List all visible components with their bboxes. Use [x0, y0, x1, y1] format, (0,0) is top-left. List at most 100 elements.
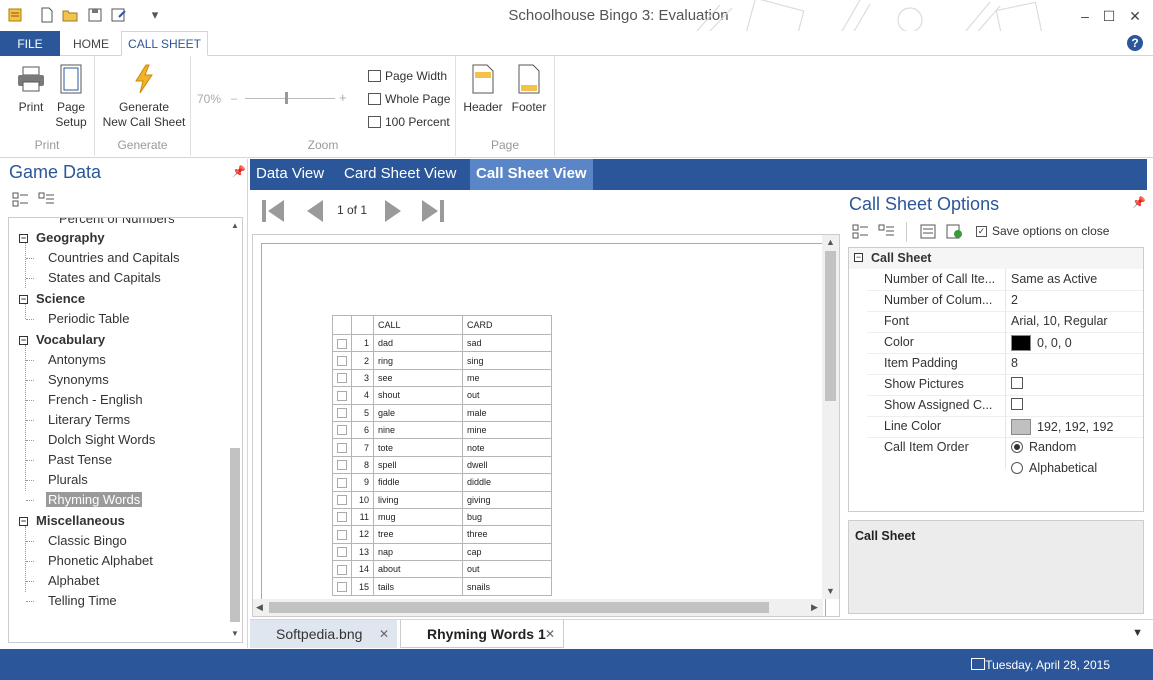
row-checkbox[interactable]	[332, 490, 352, 509]
row-checkbox[interactable]	[332, 386, 352, 405]
header-button[interactable]: Header	[462, 62, 504, 115]
row-checkbox[interactable]	[332, 577, 352, 596]
tree-scrollbar[interactable]: ▲ ▼	[228, 218, 242, 642]
tree-item-telling-time[interactable]: Telling Time	[48, 591, 117, 611]
scroll-down-icon[interactable]: ▼	[826, 586, 835, 596]
tree-item-periodic-table[interactable]: Periodic Table	[48, 309, 129, 329]
scroll-left-icon[interactable]: ◀	[256, 602, 263, 613]
collapse-toggle-icon[interactable]: −	[19, 336, 28, 345]
help-icon[interactable]: ?	[1127, 35, 1143, 51]
pin-icon[interactable]: 📌	[232, 165, 246, 178]
property-row[interactable]: Show Pictures	[849, 374, 1143, 395]
zoom-slider[interactable]	[245, 92, 335, 104]
preview-horizontal-scrollbar[interactable]: ◀ ▶	[253, 599, 823, 616]
tree-category-miscellaneous[interactable]: − Miscellaneous	[19, 511, 125, 531]
property-value[interactable]: 2	[1011, 293, 1018, 307]
property-value[interactable]	[1011, 398, 1023, 410]
show-pictures-checkbox[interactable]	[1011, 377, 1023, 389]
collapse-toggle-icon[interactable]: −	[19, 295, 28, 304]
row-checkbox[interactable]	[332, 403, 352, 422]
radio-unselected-icon[interactable]	[1011, 462, 1023, 474]
tree-item-phonetic-alphabet[interactable]: Phonetic Alphabet	[48, 551, 153, 571]
tree-category-vocabulary[interactable]: − Vocabulary	[19, 330, 105, 350]
tab-card-sheet-view[interactable]: Card Sheet View	[338, 159, 462, 190]
row-checkbox[interactable]	[332, 420, 352, 440]
row-checkbox[interactable]	[332, 351, 352, 370]
row-checkbox[interactable]	[332, 368, 352, 388]
hundred-percent-button[interactable]: 100 Percent	[368, 113, 450, 131]
property-grid[interactable]: − Call Sheet Number of Call Ite... Same …	[848, 247, 1144, 512]
save-options-checkbox[interactable]: ✓ Save options on close	[976, 224, 1109, 238]
property-section-header[interactable]: − Call Sheet	[849, 248, 1143, 269]
tab-call-sheet-view[interactable]: Call Sheet View	[470, 159, 593, 190]
categorized-icon[interactable]	[852, 224, 869, 239]
property-row[interactable]: Show Assigned C...	[849, 395, 1143, 416]
row-checkbox[interactable]	[332, 507, 352, 527]
expand-all-icon[interactable]	[12, 192, 29, 207]
collapse-all-icon[interactable]	[38, 192, 55, 207]
scroll-down-icon[interactable]: ▼	[231, 629, 239, 638]
whole-page-button[interactable]: Whole Page	[368, 90, 450, 108]
close-tab-icon[interactable]: ✕	[379, 620, 389, 648]
tab-list-dropdown-icon[interactable]: ▼	[1132, 627, 1143, 639]
close-tab-icon[interactable]: ✕	[545, 620, 555, 648]
color-swatch[interactable]	[1011, 335, 1031, 351]
alphabetical-icon[interactable]	[878, 224, 895, 239]
radio-alphabetical[interactable]: Alphabetical	[1011, 461, 1097, 475]
pin-icon[interactable]: 📌	[1132, 196, 1146, 209]
scroll-up-icon[interactable]: ▲	[231, 221, 239, 230]
tree-category-science[interactable]: − Science	[19, 289, 85, 309]
generate-call-sheet-button[interactable]: Generate New Call Sheet	[101, 62, 187, 130]
doc-tab-softpedia[interactable]: Softpedia.bng ✕	[250, 620, 397, 648]
row-checkbox[interactable]	[332, 455, 352, 475]
minimize-button[interactable]: –	[1072, 6, 1098, 26]
first-page-icon[interactable]	[260, 198, 286, 224]
radio-random[interactable]: Random	[1011, 440, 1076, 454]
row-checkbox[interactable]	[332, 525, 352, 544]
collapse-toggle-icon[interactable]: −	[854, 253, 863, 262]
tree-item-classic-bingo[interactable]: Classic Bingo	[48, 531, 127, 551]
scroll-up-icon[interactable]: ▲	[826, 237, 835, 247]
scroll-right-icon[interactable]: ▶	[811, 602, 818, 613]
row-checkbox[interactable]	[332, 333, 352, 353]
load-options-icon[interactable]	[920, 224, 937, 239]
maximize-button[interactable]: ☐	[1096, 6, 1122, 26]
property-row[interactable]: Call Item Order Random Alphabetical	[849, 437, 1143, 479]
property-value[interactable]: 192, 192, 192	[1011, 419, 1113, 435]
property-value[interactable]	[1011, 377, 1023, 389]
property-row[interactable]: Number of Colum... 2	[849, 290, 1143, 311]
doc-tab-rhyming-words[interactable]: Rhyming Words 1 ✕	[400, 620, 564, 648]
property-value[interactable]: Arial, 10, Regular	[1011, 314, 1108, 328]
zoom-slider-thumb[interactable]	[284, 92, 288, 104]
print-button[interactable]: Print	[10, 62, 52, 115]
scrollbar-thumb[interactable]	[269, 602, 769, 613]
row-checkbox[interactable]	[332, 560, 352, 579]
property-value[interactable]: Same as Active	[1011, 272, 1097, 286]
preview-vertical-scrollbar[interactable]: ▲ ▼	[822, 235, 839, 599]
row-checkbox[interactable]	[332, 438, 352, 457]
zoom-in-icon[interactable]: +	[339, 90, 347, 105]
checkbox-checked-icon[interactable]: ✓	[976, 225, 987, 237]
tree-item-countries-capitals[interactable]: Countries and Capitals	[48, 248, 180, 268]
tab-file[interactable]: FILE	[0, 31, 60, 56]
collapse-toggle-icon[interactable]: −	[19, 234, 28, 243]
tree-item-literary-terms[interactable]: Literary Terms	[48, 410, 130, 430]
property-value[interactable]: 8	[1011, 356, 1018, 370]
prev-page-icon[interactable]	[304, 198, 326, 224]
property-row[interactable]: Font Arial, 10, Regular	[849, 311, 1143, 332]
next-page-icon[interactable]	[382, 198, 404, 224]
tree-item-dolch-sight-words[interactable]: Dolch Sight Words	[48, 430, 155, 450]
property-value[interactable]: 0, 0, 0	[1011, 335, 1072, 351]
tree-category-geography[interactable]: − Geography	[19, 228, 105, 248]
scrollbar-thumb[interactable]	[825, 251, 836, 401]
close-button[interactable]: ✕	[1122, 6, 1148, 26]
property-row[interactable]: Item Padding 8	[849, 353, 1143, 374]
radio-selected-icon[interactable]	[1011, 441, 1023, 453]
row-checkbox[interactable]	[332, 542, 352, 562]
show-assigned-checkbox[interactable]	[1011, 398, 1023, 410]
tree-item-rhyming-words[interactable]: Rhyming Words	[46, 490, 143, 510]
page-width-button[interactable]: Page Width	[368, 67, 447, 85]
tree-item-states-capitals[interactable]: States and Capitals	[48, 268, 161, 288]
tab-data-view[interactable]: Data View	[250, 159, 330, 190]
row-checkbox[interactable]	[332, 473, 352, 492]
